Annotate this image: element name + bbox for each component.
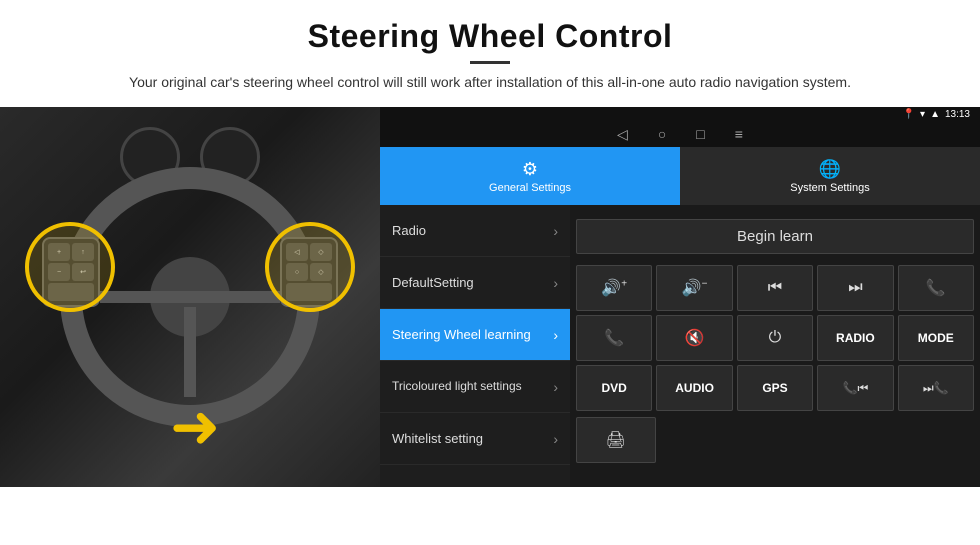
controls-row-1: 🔊+ 🔊− ⏮ ⏭ 📞: [576, 265, 974, 311]
screen-icon: 🖨: [606, 430, 626, 450]
mode-btn[interactable]: MODE: [898, 315, 974, 361]
chevron-icon-radio: ›: [553, 223, 558, 239]
menu-item-steering[interactable]: Steering Wheel learning ›: [380, 309, 570, 361]
dvd-label: DVD: [602, 381, 627, 395]
next-track-icon: ⏭: [848, 279, 862, 297]
gps-btn[interactable]: GPS: [737, 365, 813, 411]
mode-label: MODE: [918, 331, 954, 345]
screen-body: Radio › DefaultSetting › Steering Wheel …: [380, 205, 980, 487]
chevron-icon-steering: ›: [553, 327, 558, 343]
menu-item-tricoloured[interactable]: Tricoloured light settings ›: [380, 361, 570, 413]
begin-learn-row: Begin learn: [576, 211, 974, 261]
menu-list: Radio › DefaultSetting › Steering Wheel …: [380, 205, 570, 487]
main-content: + ↑ − ↩ ◁ ◇ ○ ◇ ➜ 📍 ▾ ▲ 13:13: [0, 107, 980, 487]
chevron-icon-white: ›: [553, 431, 558, 447]
radio-btn[interactable]: RADIO: [817, 315, 893, 361]
tel-prev-icon: 📞⏮: [843, 381, 869, 396]
nav-bar: ◁ ○ □ ≡: [380, 122, 980, 147]
tab-system[interactable]: 🌐 System Settings: [680, 147, 980, 205]
gear-icon: ⚙: [522, 159, 538, 180]
controls-row-3: DVD AUDIO GPS 📞⏮ ⏭📞: [576, 365, 974, 411]
status-bar: 📍 ▾ ▲ 13:13: [380, 107, 980, 122]
android-screen: 📍 ▾ ▲ 13:13 ◁ ○ □ ≡ ⚙ General Settings 🌐…: [380, 107, 980, 487]
spoke-horizontal: [100, 291, 280, 303]
menu-item-radio[interactable]: Radio ›: [380, 205, 570, 257]
page-subtitle: Your original car's steering wheel contr…: [60, 72, 920, 93]
vol-up-icon: 🔊+: [601, 278, 627, 298]
audio-btn[interactable]: AUDIO: [656, 365, 732, 411]
page-title: Steering Wheel Control: [60, 18, 920, 55]
title-divider: [470, 61, 510, 64]
menu-item-whitelist[interactable]: Whitelist setting ›: [380, 413, 570, 465]
radio-label: RADIO: [836, 331, 875, 345]
system-icon: 🌐: [819, 159, 841, 180]
highlight-right: [265, 222, 355, 312]
spoke-vertical: [184, 307, 196, 397]
next-track-btn[interactable]: ⏭: [817, 265, 893, 311]
tel-prev-btn[interactable]: 📞⏮: [817, 365, 893, 411]
hangup-btn[interactable]: 📞: [576, 315, 652, 361]
audio-label: AUDIO: [675, 381, 714, 395]
steering-wheel-panel: + ↑ − ↩ ◁ ◇ ○ ◇ ➜: [0, 107, 380, 487]
chevron-icon-default: ›: [553, 275, 558, 291]
controls-panel: Begin learn 🔊+ 🔊− ⏮ ⏭: [570, 205, 980, 487]
mute-btn[interactable]: 🔇: [656, 315, 732, 361]
tab-general[interactable]: ⚙ General Settings: [380, 147, 680, 205]
vol-down-icon: 🔊−: [682, 278, 708, 298]
power-icon: ⏻: [769, 329, 782, 347]
page-header: Steering Wheel Control Your original car…: [0, 0, 980, 103]
prev-track-icon: ⏮: [768, 279, 782, 297]
vol-up-btn[interactable]: 🔊+: [576, 265, 652, 311]
gps-label: GPS: [762, 381, 787, 395]
phone-btn[interactable]: 📞: [898, 265, 974, 311]
screen-icon-btn[interactable]: 🖨: [576, 417, 656, 463]
vol-down-btn[interactable]: 🔊−: [656, 265, 732, 311]
prev-track-btn[interactable]: ⏮: [737, 265, 813, 311]
back-nav[interactable]: ◁: [617, 126, 628, 143]
clock: 13:13: [945, 109, 970, 120]
signal-icon: ▲: [930, 109, 940, 120]
location-icon: 📍: [903, 109, 915, 120]
recents-nav[interactable]: □: [696, 126, 704, 143]
dvd-btn[interactable]: DVD: [576, 365, 652, 411]
tel-next-btn[interactable]: ⏭📞: [898, 365, 974, 411]
hangup-icon: 📞: [604, 328, 624, 348]
tel-next-icon: ⏭📞: [923, 381, 949, 396]
begin-learn-button[interactable]: Begin learn: [576, 219, 974, 254]
bottom-row: 🖨: [576, 417, 974, 463]
phone-icon: 📞: [926, 278, 946, 298]
chevron-icon-tri: ›: [553, 379, 558, 395]
menu-nav[interactable]: ≡: [735, 126, 743, 143]
controls-row-2: 📞 🔇 ⏻ RADIO MODE: [576, 315, 974, 361]
menu-item-default[interactable]: DefaultSetting ›: [380, 257, 570, 309]
mute-icon: 🔇: [685, 328, 705, 348]
highlight-left: [25, 222, 115, 312]
arrow-indicator: ➜: [170, 397, 220, 457]
wifi-icon: ▾: [920, 109, 925, 120]
settings-tabs: ⚙ General Settings 🌐 System Settings: [380, 147, 980, 205]
home-nav[interactable]: ○: [658, 126, 666, 143]
power-btn[interactable]: ⏻: [737, 315, 813, 361]
